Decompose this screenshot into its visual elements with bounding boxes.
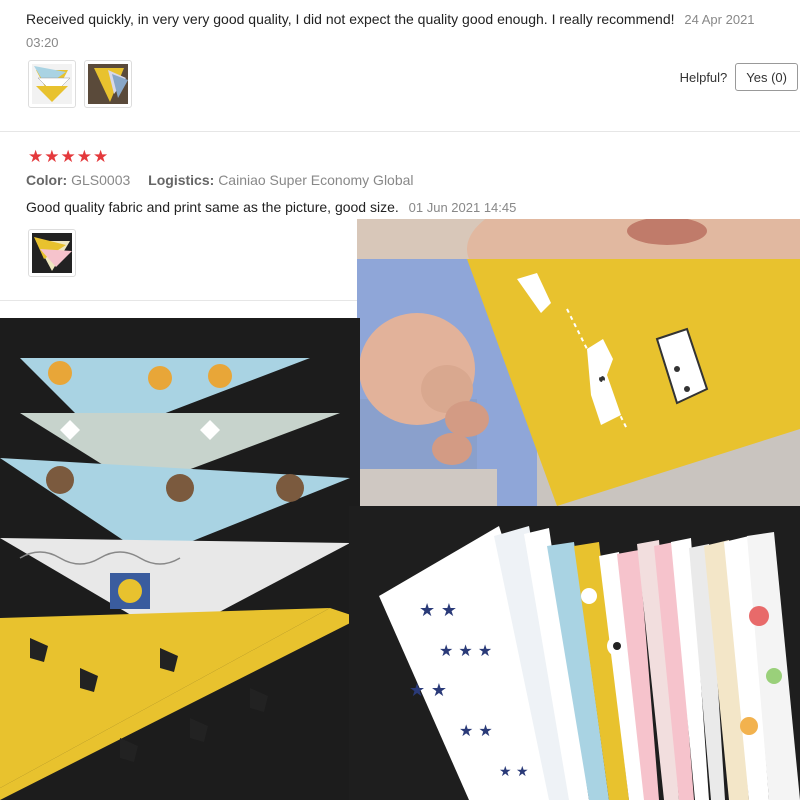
svg-text:★ ★ ★: ★ ★ ★ — [439, 641, 492, 660]
svg-text:★ ★: ★ ★ — [419, 600, 457, 621]
bib-stack-thumbnail-image — [32, 233, 72, 273]
review-thumbnail[interactable] — [28, 60, 76, 108]
review-photo-baby-bib[interactable] — [357, 219, 800, 506]
star-icon: ★ — [28, 147, 44, 166]
star-icon: ★ — [93, 147, 109, 166]
review-text: Good quality fabric and print same as th… — [26, 199, 399, 215]
review-thumbnail[interactable] — [28, 229, 76, 277]
bib-stack-thumbnail-image — [88, 64, 128, 104]
review-thumbnail[interactable] — [84, 60, 132, 108]
review-2-body: Good quality fabric and print same as th… — [26, 199, 516, 215]
bib-stack-image — [0, 318, 360, 800]
baby-wearing-bib-image — [357, 219, 800, 506]
svg-text:★ ★: ★ ★ — [499, 764, 529, 780]
logistics-label: Logistics: — [148, 172, 215, 188]
logistics-value: Cainiao Super Economy Global — [218, 172, 414, 188]
svg-text:★ ★: ★ ★ — [409, 680, 447, 701]
star-icon: ★ — [44, 147, 60, 166]
svg-text:★ ★: ★ ★ — [459, 721, 493, 740]
star-icon: ★ — [60, 147, 76, 166]
review-meta: Color: GLS0003 Logistics: Cainiao Super … — [26, 172, 428, 188]
helpful-section: Helpful? Yes (0) — [680, 63, 798, 91]
color-label: Color: — [26, 172, 68, 188]
review-photo-bib-stack[interactable] — [0, 318, 360, 800]
review-date: 01 Jun 2021 14:45 — [408, 200, 517, 215]
helpful-label: Helpful? — [679, 69, 728, 85]
color-value: GLS0003 — [71, 172, 131, 188]
bib-fan-image: ★ ★ ★ ★ ★ ★ ★ ★ ★ ★ ★ — [349, 506, 800, 800]
helpful-yes-button[interactable]: Yes (0) — [735, 63, 798, 91]
review-text: Received quickly, in very very good qual… — [26, 11, 675, 27]
review-photo-bib-fan[interactable]: ★ ★ ★ ★ ★ ★ ★ ★ ★ ★ ★ — [349, 506, 800, 800]
star-icon: ★ — [76, 147, 92, 166]
review-divider — [0, 131, 800, 132]
review-divider — [0, 300, 360, 301]
bib-stack-thumbnail-image — [32, 64, 72, 104]
cropped-line — [26, 0, 346, 1]
review-2-thumbnails — [28, 229, 76, 277]
review-1-body: Received quickly, in very very good qual… — [26, 8, 786, 54]
star-rating: ★ ★ ★ ★ ★ — [28, 147, 108, 167]
review-1-thumbnails — [28, 60, 132, 108]
